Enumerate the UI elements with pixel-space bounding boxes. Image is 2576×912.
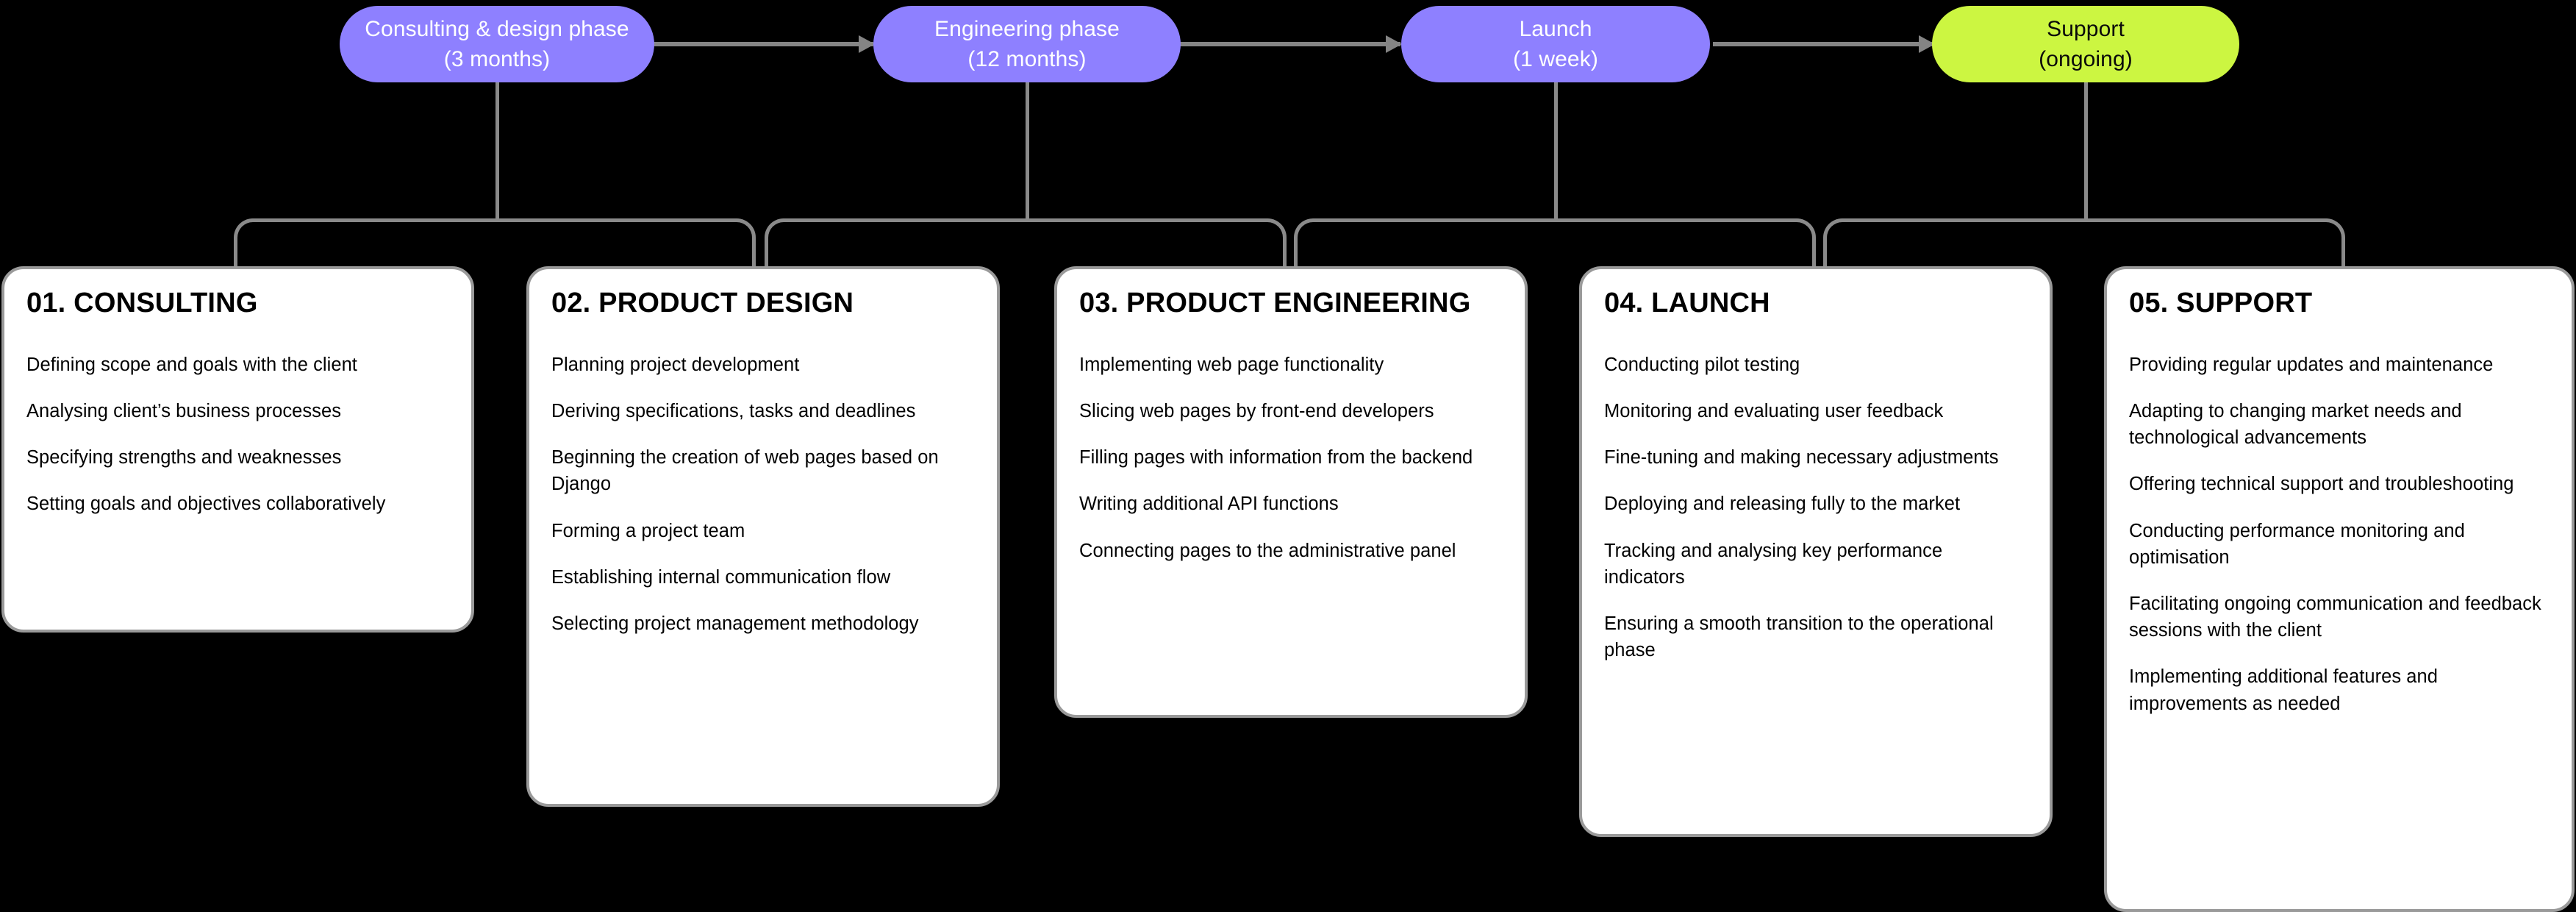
list-item: Deriving specifications, tasks and deadl… <box>551 401 916 421</box>
phase-name: Launch <box>1519 16 1592 41</box>
list-item: Monitoring and evaluating user feedback <box>1604 401 1944 421</box>
list-item: Slicing web pages by front-end developer… <box>1079 401 1434 421</box>
card-item-list: Conducting pilot testing Monitoring and … <box>1604 352 2028 664</box>
arrow-engineering-to-launch <box>1180 35 1402 53</box>
card-item-list: Providing regular updates and maintenanc… <box>2129 352 2550 717</box>
list-item: Conducting performance monitoring and op… <box>2129 520 2465 568</box>
connector-bracket-launch <box>1294 218 1816 270</box>
list-item: Tracking and analysing key performance i… <box>1604 540 1943 588</box>
connector-drop-launch <box>1554 82 1558 222</box>
list-item: Offering technical support and troublesh… <box>2129 474 2514 495</box>
connector-bracket-support <box>1823 218 2345 270</box>
list-item: Beginning the creation of web pages base… <box>551 447 939 495</box>
list-item: Conducting pilot testing <box>1604 354 1800 375</box>
card-item-list: Implementing web page functionality Slic… <box>1079 352 1503 564</box>
phase-duration: (1 week) <box>1513 47 1598 71</box>
list-item: Analysing client’s business processes <box>26 401 342 421</box>
connector-bracket-consulting <box>234 218 756 270</box>
phase-duration: (3 months) <box>443 47 551 71</box>
connector-drop-engineering <box>1026 82 1029 222</box>
card-title: 03. PRODUCT ENGINEERING <box>1079 288 1471 318</box>
phase-engineering[interactable]: Engineering phase (12 months) <box>873 6 1181 82</box>
list-item: Forming a project team <box>551 520 745 541</box>
list-item: Connecting pages to the administrative p… <box>1079 540 1456 561</box>
list-item: Implementing additional features and imp… <box>2129 666 2438 714</box>
connector-bracket-engineering <box>765 218 1287 270</box>
phase-consulting-design[interactable]: Consulting & design phase (3 months) <box>340 6 654 82</box>
card-launch[interactable]: 04. LAUNCH Conducting pilot testing Moni… <box>1579 266 2053 837</box>
list-item: Selecting project management methodology <box>551 613 919 635</box>
card-title: 02. PRODUCT DESIGN <box>551 288 854 318</box>
diagram-canvas: Consulting & design phase (3 months) Eng… <box>0 0 2576 912</box>
card-item-list: Planning project development Deriving sp… <box>551 352 975 637</box>
connector-drop-consulting <box>495 82 499 222</box>
phase-duration: (12 months) <box>967 47 1087 71</box>
list-item: Defining scope and goals with the client <box>26 354 357 375</box>
list-item: Planning project development <box>551 354 800 375</box>
list-item: Implementing web page functionality <box>1079 354 1384 375</box>
phase-name: Support <box>2047 16 2125 41</box>
card-title: 01. CONSULTING <box>26 288 258 318</box>
phase-duration: (ongoing) <box>2039 47 2133 71</box>
card-support[interactable]: 05. SUPPORT Providing regular updates an… <box>2104 266 2575 912</box>
arrow-launch-to-support <box>1713 35 1935 53</box>
list-item: Facilitating ongoing communication and f… <box>2129 594 2541 641</box>
card-title: 05. SUPPORT <box>2129 288 2313 318</box>
card-product-engineering[interactable]: 03. PRODUCT ENGINEERING Implementing web… <box>1054 266 1528 718</box>
list-item: Fine-tuning and making necessary adjustm… <box>1604 447 1999 469</box>
list-item: Establishing internal communication flow <box>551 566 891 588</box>
phase-support[interactable]: Support (ongoing) <box>1932 6 2239 82</box>
list-item: Ensuring a smooth transition to the oper… <box>1604 613 1994 661</box>
list-item: Setting goals and objectives collaborati… <box>26 494 386 515</box>
phase-name: Engineering phase <box>934 16 1120 41</box>
list-item: Specifying strengths and weaknesses <box>26 447 342 469</box>
card-consulting[interactable]: 01. CONSULTING Defining scope and goals … <box>1 266 474 633</box>
phase-launch[interactable]: Launch (1 week) <box>1401 6 1710 82</box>
list-item: Filling pages with information from the … <box>1079 447 1473 469</box>
card-title: 04. LAUNCH <box>1604 288 1770 318</box>
list-item: Writing additional API functions <box>1079 494 1339 515</box>
phase-name: Consulting & design phase <box>365 16 629 41</box>
list-item: Providing regular updates and maintenanc… <box>2129 354 2494 375</box>
card-product-design[interactable]: 02. PRODUCT DESIGN Planning project deve… <box>526 266 1000 807</box>
list-item: Adapting to changing market needs and te… <box>2129 401 2462 449</box>
card-item-list: Defining scope and goals with the client… <box>26 352 449 518</box>
connector-drop-support <box>2084 82 2088 222</box>
list-item: Deploying and releasing fully to the mar… <box>1604 494 1961 515</box>
